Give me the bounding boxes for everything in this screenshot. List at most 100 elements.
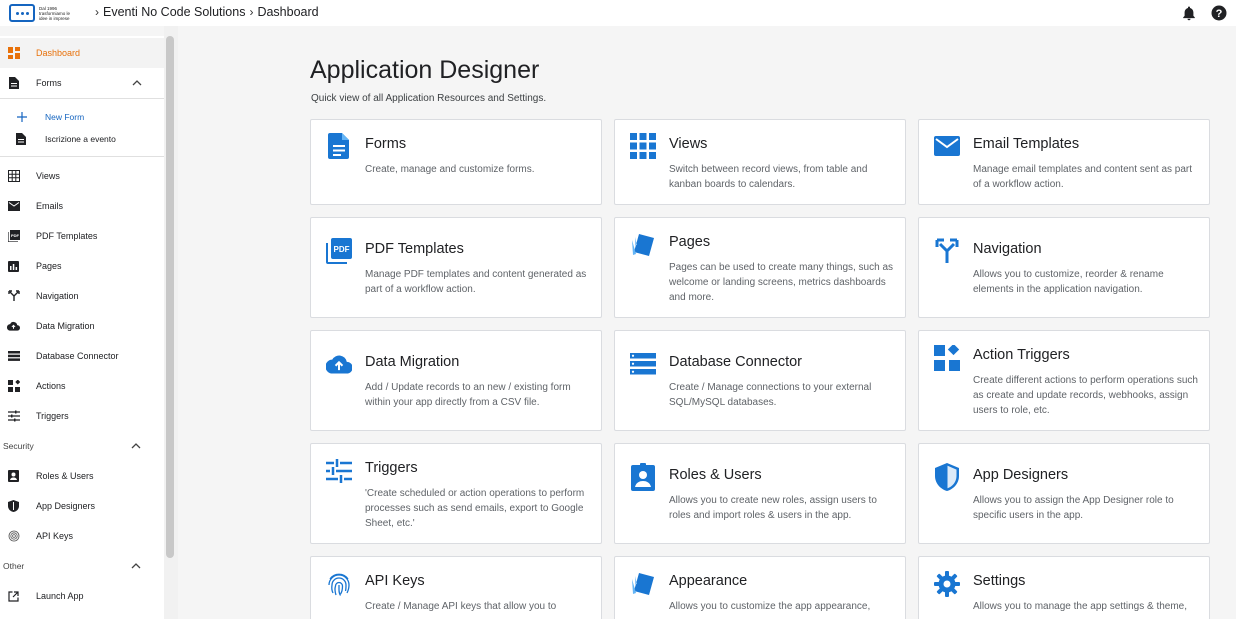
sidebar-subitem-label: New Form [45,112,85,122]
card-description: Create / Manage connections to your exte… [669,382,872,408]
sidebar-item-pages[interactable]: Pages [0,251,164,281]
card-title: Navigation [973,241,1042,257]
sidebar-item-label: Data Migration [36,321,95,331]
sidebar-scrollbar[interactable] [166,36,174,558]
sidebar-item-label: Forms [36,78,62,88]
sidebar-item-label: Database Connector [36,351,119,361]
card-title: Data Migration [365,354,460,370]
card-data-migration[interactable]: Data Migration Add / Update records to a… [310,330,602,431]
chevron-right-icon: › [249,5,254,19]
sidebar-item-pdf-templates[interactable]: PDF PDF Templates [0,221,164,251]
card-views[interactable]: Views Switch between record views, from … [614,119,906,205]
card-api-keys[interactable]: API Keys Create / Manage API keys that a… [310,556,602,619]
breadcrumb-current: Dashboard [257,5,319,19]
notifications-bell-icon[interactable] [1180,4,1198,22]
sidebar-subitem-label: Iscrizione a evento [45,134,116,144]
sidebar-item-label: Views [36,171,60,181]
card-title: Triggers [365,460,418,476]
sidebar-item-label: Emails [36,201,64,211]
card-triggers[interactable]: Triggers 'Create scheduled or action ope… [310,443,602,544]
card-description: 'Create scheduled or action operations t… [365,488,585,529]
card-description: Create / Manage API keys that allow you … [365,601,557,612]
card-title: Forms [365,136,407,152]
chevron-up-icon[interactable] [131,561,141,571]
sidebar-item-forms[interactable]: Forms [0,68,164,98]
card-appearance[interactable]: Appearance Allows you to customize the a… [614,556,906,619]
database-icon [7,350,20,363]
card-title: Settings [973,573,1026,589]
main-content: Application Designer Quick view of all A… [180,26,1236,619]
breadcrumb-app[interactable]: Eventi No Code Solutions [103,5,245,19]
page-title: Application Designer [310,56,540,84]
sidebar-subitem-iscrizione-evento[interactable]: Iscrizione a evento [0,129,164,149]
shield-icon [7,500,20,513]
section-label-other: Other [3,561,25,571]
sidebar-item-views[interactable]: Views [0,161,164,191]
card-pages[interactable]: Pages Pages can be used to create many t… [614,217,906,318]
help-icon[interactable]: ? [1210,4,1228,22]
sidebar-item-label: API Keys [36,531,74,541]
card-title: Action Triggers [973,347,1070,363]
sidebar-item-navigation[interactable]: Navigation [0,281,164,311]
sidebar-item-dashboard[interactable]: Dashboard [0,38,164,68]
card-pdf-templates[interactable]: PDF PDF Templates Manage PDF templates a… [310,217,602,318]
widgets-icon [934,345,960,371]
pdf-icon: PDF [326,238,352,264]
tune-icon [326,458,352,484]
sidebar-item-launch-app[interactable]: Launch App [0,581,164,611]
card-email-templates[interactable]: Email Templates Manage email templates a… [918,119,1210,205]
navigation-icon [934,238,960,264]
card-description: Allows you to create new roles, assign u… [669,495,877,521]
sidebar-subitem-new-form[interactable]: New Form [0,107,164,127]
card-description: Allows you to manage the app settings & … [973,601,1188,612]
sidebar-item-label: Actions [36,381,66,391]
card-title: Appearance [669,573,748,589]
card-settings[interactable]: Settings Allows you to manage the app se… [918,556,1210,619]
sidebar: Dashboard Forms New Form Iscrizione a ev… [0,36,164,619]
card-title: Views [669,136,708,152]
card-description: Allows you to customize, reorder & renam… [973,269,1164,295]
grid-icon [630,133,656,159]
form-icon [326,133,352,159]
sidebar-item-label: PDF Templates [36,231,98,241]
card-title: API Keys [365,573,425,589]
sidebar-item-triggers[interactable]: Triggers [0,401,164,431]
card-action-triggers[interactable]: Action Triggers Create different actions… [918,330,1210,431]
cloud-upload-icon [7,320,20,333]
sidebar-item-api-keys[interactable]: API Keys [0,521,164,551]
divider [0,156,164,157]
sidebar-item-data-migration[interactable]: Data Migration [0,311,164,341]
sidebar-item-database-connector[interactable]: Database Connector [0,341,164,371]
sidebar-item-label: Navigation [36,291,79,301]
shield-icon [934,463,960,491]
logo-mark-icon [9,4,35,22]
pdf-icon: PDF [7,230,20,243]
sidebar-item-roles-users[interactable]: Roles & Users [0,461,164,491]
card-navigation[interactable]: Navigation Allows you to customize, reor… [918,217,1210,318]
sidebar-item-label: Launch App [36,591,84,601]
sidebar-item-label: App Designers [36,501,96,511]
plus-icon [16,111,28,123]
appearance-icon [630,571,656,597]
card-description: Add / Update records to an new / existin… [365,382,571,408]
grid-icon [7,170,20,183]
sidebar-item-actions[interactable]: Actions [0,371,164,401]
card-forms[interactable]: Forms Create, manage and customize forms… [310,119,602,205]
svg-text:?: ? [1216,8,1223,20]
card-description: Pages can be used to create many things,… [669,262,894,303]
database-icon [630,351,656,377]
card-description: Manage email templates and content sent … [973,164,1193,190]
widgets-icon [7,380,20,393]
card-app-designers[interactable]: App Designers Allows you to assign the A… [918,443,1210,544]
card-database-connector[interactable]: Database Connector Create / Manage conne… [614,330,906,431]
sidebar-item-emails[interactable]: Emails [0,191,164,221]
company-logo[interactable]: Dal 1996 trasformiamo le idee in imprese [9,3,87,23]
chevron-up-icon[interactable] [131,441,141,451]
card-roles-users[interactable]: Roles & Users Allows you to create new r… [614,443,906,544]
pages-icon [7,260,20,273]
sidebar-item-app-designers[interactable]: App Designers [0,491,164,521]
sidebar-item-label: Roles & Users [36,471,94,481]
chevron-up-icon[interactable] [132,78,142,88]
pages-icon [630,232,656,258]
fingerprint-icon [7,530,20,543]
